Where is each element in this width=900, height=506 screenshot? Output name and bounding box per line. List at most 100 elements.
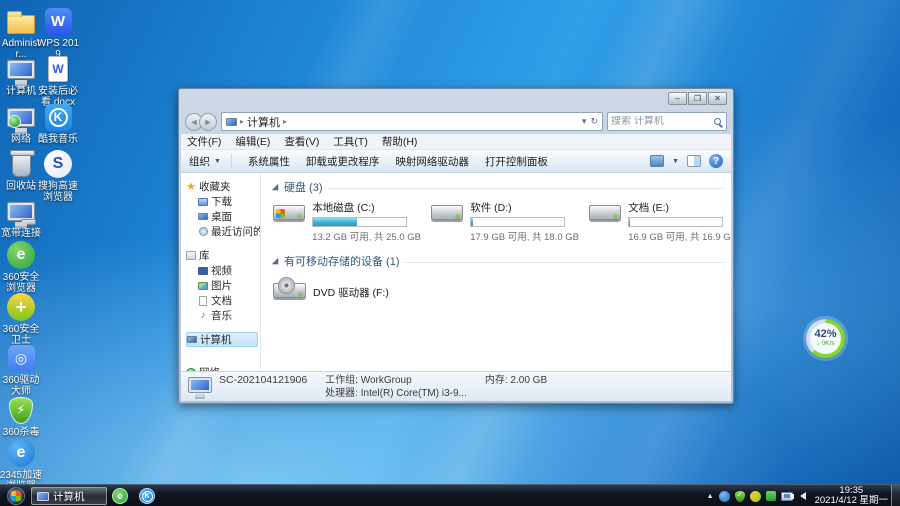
maximize-button[interactable]: ❐ (688, 92, 707, 105)
control-panel-button[interactable]: 打开控制面板 (485, 154, 548, 169)
menu-tools[interactable]: 工具(T) (333, 134, 367, 149)
crumb-separator[interactable]: ▸ (283, 117, 287, 126)
desktop-icon-readme-doc[interactable]: W 安装后必看.docx (38, 54, 78, 108)
sidebar-item-music[interactable]: ♪ 音乐 (186, 308, 260, 323)
help-icon[interactable]: ? (709, 154, 723, 168)
explorer-window: – ❐ ✕ ◄ ► ▸ 计算机 ▸ ▾ ↻ 搜索 计算机 文件(F) 编辑(E)… (178, 88, 734, 404)
windows-logo-icon (11, 491, 21, 501)
music-icon: ♪ (200, 310, 206, 321)
volume-icon[interactable] (790, 492, 806, 500)
taskbar-button-computer[interactable]: 计算机 (31, 487, 107, 505)
sidebar-item-desktop[interactable]: 桌面 (186, 209, 260, 224)
menu-help[interactable]: 帮助(H) (382, 134, 418, 149)
title-bar[interactable]: – ❐ ✕ (179, 89, 733, 109)
icon-label: 360驱动大师 (2, 375, 40, 397)
menu-edit[interactable]: 编辑(E) (235, 134, 270, 149)
minimize-button[interactable]: – (668, 92, 687, 105)
desktop-icon-kuwo[interactable]: K 酷我音乐 (38, 102, 78, 145)
capacity-bar (312, 217, 408, 227)
taskbar-icon-360-browser[interactable]: e (112, 488, 128, 504)
videos-icon (198, 266, 208, 275)
task-label: 计算机 (53, 490, 85, 503)
close-button[interactable]: ✕ (708, 92, 727, 105)
tray-green-icon[interactable] (765, 491, 776, 501)
desktop-icon-wps[interactable]: W WPS 2019 (37, 6, 79, 60)
search-icon (714, 118, 721, 125)
views-dropdown-icon[interactable]: ▼ (672, 158, 679, 165)
desktop-icon-sogou[interactable]: S 搜狗高速浏览器 (38, 149, 78, 203)
cpu-label: 处理器: (325, 387, 358, 399)
network-speed: ↓ 0K/s (816, 340, 835, 347)
recent-places-icon (198, 227, 208, 236)
collapse-arrow-icon[interactable] (271, 183, 279, 191)
sidebar-item-downloads[interactable]: 下载 (186, 194, 260, 209)
refresh-icon[interactable]: ↻ (590, 116, 598, 127)
crumb-separator: ▸ (240, 117, 245, 126)
drive-icon (589, 205, 622, 220)
icon-label: 360杀毒 (2, 427, 40, 438)
network-icon (6, 102, 36, 132)
kuwo-icon: K (43, 102, 73, 132)
address-dropdown-icon[interactable]: ▾ (582, 116, 587, 127)
organize-button[interactable]: 组织 ▼ (189, 153, 232, 169)
uninstall-program-button[interactable]: 卸载或更改程序 (306, 154, 380, 169)
start-button[interactable] (7, 487, 25, 505)
views-icon[interactable] (650, 155, 665, 167)
search-input[interactable] (611, 116, 714, 127)
icon-label: 宽带连接 (1, 228, 41, 239)
icon-label: 酷我音乐 (38, 134, 78, 145)
free-space-label: 17.9 GB 可用, 共 18.0 GB (470, 232, 579, 243)
sidebar-item-documents[interactable]: 文档 (186, 293, 260, 308)
menu-bar: 文件(F) 编辑(E) 查看(V) 工具(T) 帮助(H) (181, 134, 731, 150)
drive-icon (431, 205, 464, 220)
drive-c-tile[interactable]: 本地磁盘 (C:) 13.2 GB 可用, 共 25.0 GB (273, 199, 421, 243)
tray-360-icon[interactable] (718, 490, 730, 502)
360-browser-icon: e (6, 240, 36, 270)
breadcrumb[interactable]: 计算机 (247, 114, 280, 130)
desktop-icon-360-browser[interactable]: e 360安全浏览器 (1, 240, 41, 294)
drive-d-tile[interactable]: 软件 (D:) 17.9 GB 可用, 共 18.0 GB (431, 199, 579, 243)
broadband-icon (6, 196, 36, 226)
show-desktop-button[interactable] (891, 485, 900, 506)
memory-value: 2.00 GB (510, 374, 548, 386)
desktop-icon-360-safe[interactable]: + 360安全卫士 (1, 292, 41, 346)
sidebar-item-computer[interactable]: 计算机 (186, 332, 258, 347)
workgroup-value: WorkGroup (360, 374, 412, 386)
menu-file[interactable]: 文件(F) (187, 134, 221, 149)
search-box[interactable] (607, 112, 727, 131)
group-header-hard-disks[interactable]: 硬盘 (3) (271, 179, 723, 195)
system-properties-button[interactable]: 系统属性 (248, 154, 290, 169)
360-antivirus-icon: ⚡ (6, 395, 36, 425)
address-bar[interactable]: ▸ 计算机 ▸ ▾ ↻ (221, 112, 603, 131)
free-space-label: 13.2 GB 可用, 共 25.0 GB (312, 232, 421, 243)
collapse-arrow-icon[interactable] (271, 257, 279, 265)
sidebar-item-recent[interactable]: 最近访问的位置 (186, 224, 260, 239)
group-header-removable[interactable]: 有可移动存储的设备 (1) (271, 253, 723, 269)
sidebar-item-pictures[interactable]: 图片 (186, 278, 260, 293)
taskbar: 计算机 e K ▲ ✓ 19:35 2021/4/12 星期一 (0, 484, 900, 506)
dvd-drive-icon (273, 277, 306, 298)
taskbar-icon-kuwo[interactable]: K (139, 488, 155, 504)
menu-view[interactable]: 查看(V) (284, 134, 319, 149)
sidebar-item-videos[interactable]: 视频 (186, 263, 260, 278)
show-hidden-icons-button[interactable]: ▲ (707, 493, 714, 500)
docx-icon: W (43, 54, 73, 84)
libraries-icon (186, 251, 196, 260)
icon-label: 搜狗高速浏览器 (38, 181, 78, 203)
map-network-drive-button[interactable]: 映射网络驱动器 (395, 154, 469, 169)
sidebar-libraries[interactable]: 库 (186, 248, 260, 263)
desktop-icon-360-antivirus[interactable]: ⚡ 360杀毒 (1, 395, 41, 438)
drive-e-tile[interactable]: 文档 (E:) 16.9 GB 可用, 共 16.9 GB (589, 199, 731, 243)
sidebar-favorites[interactable]: ★ 收藏夹 (186, 179, 260, 194)
system-tray: ▲ ✓ 19:35 2021/4/12 星期一 (707, 485, 888, 506)
folder-icon (6, 6, 36, 36)
command-toolbar: 组织 ▼ 系统属性 卸载或更改程序 映射网络驱动器 打开控制面板 ▼ ? (181, 150, 731, 173)
dvd-drive-tile[interactable]: DVD 驱动器 (F:) (273, 277, 421, 300)
desktop-icon-360-driver[interactable]: ◎ 360驱动大师 (1, 343, 41, 397)
tray-360-safe-icon[interactable] (749, 490, 761, 502)
360-acceleration-ball[interactable]: 42% ↓ 0K/s (806, 319, 845, 358)
tray-shield-icon[interactable]: ✓ (734, 490, 745, 502)
forward-button[interactable]: ► (199, 112, 217, 131)
preview-pane-icon[interactable] (687, 155, 701, 167)
taskbar-clock[interactable]: 19:35 2021/4/12 星期一 (815, 486, 888, 506)
